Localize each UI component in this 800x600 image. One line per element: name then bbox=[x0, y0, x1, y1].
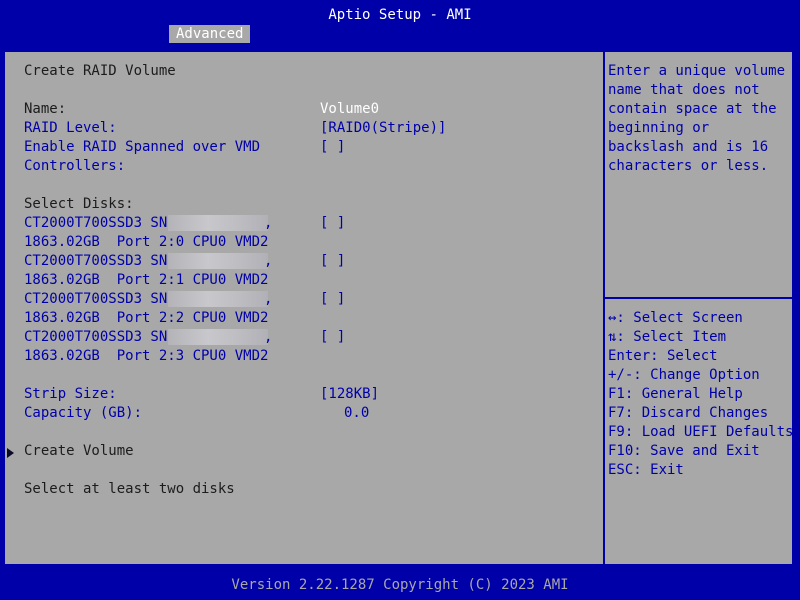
select-disks-label: Select Disks: bbox=[24, 196, 134, 212]
disk-3-checkbox[interactable]: [ ] bbox=[320, 328, 345, 347]
disk-2-checkbox[interactable]: [ ] bbox=[320, 290, 345, 309]
raid-level-value[interactable]: [RAID0(Stripe)] bbox=[320, 119, 446, 138]
version-text: Version 2.22.1287 Copyright (C) 2023 AMI bbox=[231, 577, 569, 593]
disk-0-detail[interactable]: 1863.02GB Port 2:0 CPU0 VMD2 bbox=[24, 233, 268, 252]
key-save-exit: F10: Save and Exit bbox=[608, 443, 760, 459]
help-divider bbox=[605, 297, 792, 299]
help-text-line: contain space at the bbox=[608, 101, 777, 117]
disk-1-model[interactable]: CT2000T700SSD3 SN: bbox=[24, 252, 176, 271]
key-load-defaults: F9: Load UEFI Defaults bbox=[608, 424, 794, 440]
raid-level-label[interactable]: RAID Level: bbox=[24, 119, 117, 138]
help-text-line: name that does not bbox=[608, 82, 760, 98]
disk-3-model[interactable]: CT2000T700SSD3 SN: bbox=[24, 328, 176, 347]
key-select-screen: ↔: Select Screen bbox=[608, 310, 743, 326]
create-volume-button[interactable]: Create Volume bbox=[24, 442, 134, 461]
spanned-checkbox[interactable]: [ ] bbox=[320, 138, 345, 157]
submenu-arrow-icon bbox=[7, 448, 14, 458]
disk-3-comma: , bbox=[264, 329, 273, 345]
page-heading: Create RAID Volume bbox=[24, 63, 176, 79]
spanned-label[interactable]: Enable RAID Spanned over VMD bbox=[24, 138, 260, 157]
disk-2-comma: , bbox=[264, 291, 273, 307]
tab-advanced[interactable]: Advanced bbox=[169, 25, 251, 43]
key-change-option: +/-: Change Option bbox=[608, 367, 760, 383]
disk-1-detail[interactable]: 1863.02GB Port 2:1 CPU0 VMD2 bbox=[24, 271, 268, 290]
disk-0-checkbox[interactable]: [ ] bbox=[320, 214, 345, 233]
help-text-line: characters or less. bbox=[608, 158, 769, 174]
key-select-item: ⇅: Select Item bbox=[608, 329, 727, 345]
disk-0-model[interactable]: CT2000T700SSD3 SN: bbox=[24, 214, 176, 233]
disk-1-comma: , bbox=[264, 253, 273, 269]
key-enter: Enter: Select bbox=[608, 348, 718, 364]
redacted-serial-mask bbox=[168, 329, 268, 345]
help-text-line: Enter a unique volume bbox=[608, 63, 786, 79]
help-text-line: backslash and is 16 bbox=[608, 139, 769, 155]
key-exit: ESC: Exit bbox=[608, 462, 684, 478]
strip-size-value[interactable]: [128KB] bbox=[320, 385, 379, 404]
name-value[interactable]: Volume0 bbox=[320, 100, 379, 119]
app-title: Aptio Setup - AMI bbox=[328, 7, 472, 23]
name-label: Name: bbox=[24, 101, 67, 117]
capacity-value[interactable]: 0.0 bbox=[344, 404, 369, 423]
redacted-serial-mask bbox=[168, 291, 268, 307]
status-message: Select at least two disks bbox=[24, 481, 235, 497]
key-discard-changes: F7: Discard Changes bbox=[608, 405, 769, 421]
key-general-help: F1: General Help bbox=[608, 386, 743, 402]
redacted-serial-mask bbox=[168, 215, 268, 231]
capacity-label[interactable]: Capacity (GB): bbox=[24, 404, 142, 423]
disk-1-checkbox[interactable]: [ ] bbox=[320, 252, 345, 271]
disk-0-comma: , bbox=[264, 215, 273, 231]
help-text-line: beginning or bbox=[608, 120, 710, 136]
disk-2-model[interactable]: CT2000T700SSD3 SN: bbox=[24, 290, 176, 309]
strip-size-label[interactable]: Strip Size: bbox=[24, 385, 117, 404]
disk-3-detail[interactable]: 1863.02GB Port 2:3 CPU0 VMD2 bbox=[24, 347, 268, 366]
redacted-serial-mask bbox=[168, 253, 268, 269]
spanned-label-cont[interactable]: Controllers: bbox=[24, 157, 125, 176]
disk-2-detail[interactable]: 1863.02GB Port 2:2 CPU0 VMD2 bbox=[24, 309, 268, 328]
